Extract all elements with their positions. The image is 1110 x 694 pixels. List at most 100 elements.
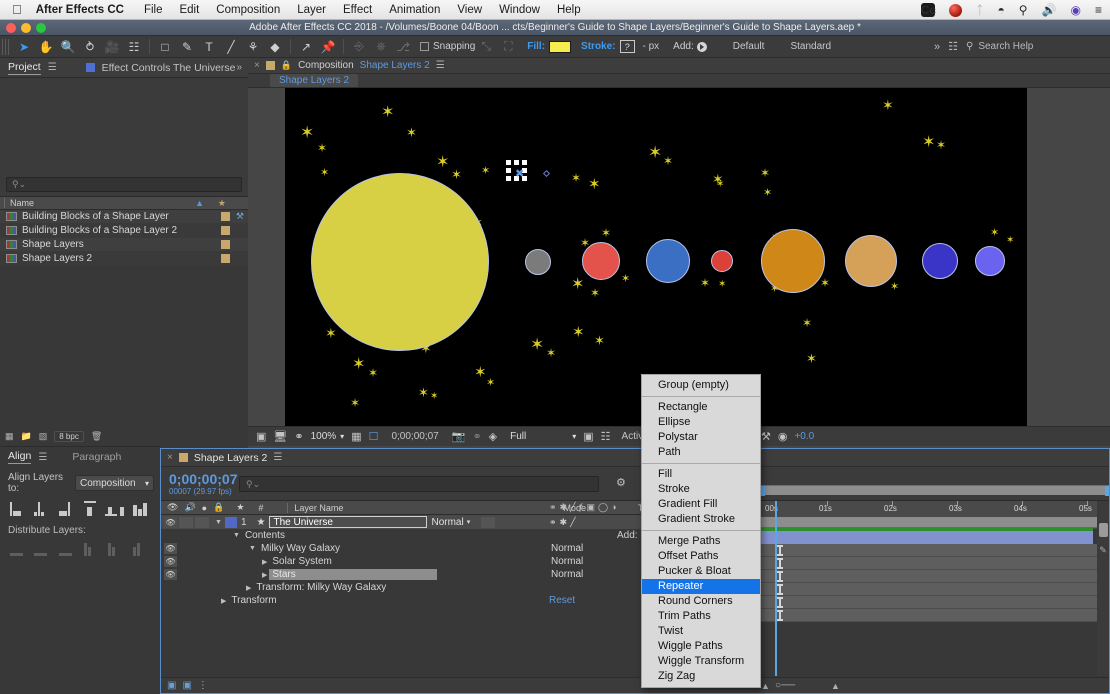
- workspace-settings-icon[interactable]: ☷: [948, 40, 958, 53]
- comp-flowchart-icon[interactable]: ⚒: [761, 430, 771, 443]
- menu-view[interactable]: View: [457, 4, 482, 16]
- planet-venus[interactable]: [582, 242, 620, 280]
- graph-row[interactable]: [761, 544, 1109, 557]
- close-window-button[interactable]: [6, 23, 16, 33]
- snapping-checkbox-box[interactable]: [420, 42, 429, 51]
- bluetooth-icon[interactable]: ᛏ: [976, 4, 983, 16]
- pen-tool-icon[interactable]: ✎: [176, 37, 198, 57]
- project-column-name[interactable]: Name: [4, 198, 34, 208]
- tab-align[interactable]: Align: [8, 450, 31, 464]
- menu-layer[interactable]: Layer: [297, 4, 326, 16]
- lock-icon[interactable]: 🔒: [213, 502, 224, 513]
- workspace-default[interactable]: Default: [733, 41, 765, 52]
- hand-tool-icon[interactable]: ✋: [35, 37, 57, 57]
- align-bottom-button[interactable]: [133, 501, 150, 516]
- planet-sun[interactable]: [311, 173, 489, 351]
- wifi-icon[interactable]: ◓: [998, 4, 1005, 16]
- add-dropdown-icon[interactable]: [697, 42, 707, 52]
- column-layer-name[interactable]: Layer Name: [287, 503, 343, 513]
- audio-icon[interactable]: 🔊: [184, 502, 195, 513]
- snapshot-icon[interactable]: 📷: [452, 430, 466, 443]
- planet-uranus[interactable]: [922, 243, 958, 279]
- lock-icon[interactable]: 🔒: [281, 60, 292, 71]
- list-item[interactable]: Building Blocks of a Shape Layer 2: [0, 224, 248, 238]
- main-viewer-icon[interactable]: 🖥: [273, 430, 287, 443]
- project-search-input[interactable]: ⚲⌄: [6, 177, 242, 192]
- menu-file[interactable]: File: [144, 4, 163, 16]
- close-icon[interactable]: ×: [167, 452, 173, 463]
- group-label-selected[interactable]: Stars: [269, 569, 437, 580]
- menu-edit[interactable]: Edit: [179, 4, 199, 16]
- workspace-overflow-icon[interactable]: »: [934, 41, 940, 53]
- list-item[interactable]: Shape Layers: [0, 238, 248, 252]
- search-help-field[interactable]: ⚲ Search Help: [966, 41, 1106, 52]
- zoom-out-icon[interactable]: ▲: [761, 681, 770, 691]
- toolbar-grip[interactable]: [2, 39, 10, 55]
- menu-item-gradient-fill[interactable]: Gradient Fill: [642, 497, 760, 512]
- snap-vertex-icon[interactable]: ⤡: [475, 37, 497, 57]
- eraser-tool-icon[interactable]: ◆: [264, 37, 286, 57]
- selection-tool-icon[interactable]: ➤: [13, 37, 35, 57]
- expand-triangle-icon[interactable]: ▼: [215, 519, 222, 526]
- expand-triangle-icon[interactable]: ▶: [221, 597, 226, 605]
- bit-depth-button[interactable]: 8 bpc: [54, 431, 84, 442]
- zoom-slider[interactable]: ○──: [775, 680, 795, 691]
- new-folder-icon[interactable]: 📁: [21, 431, 32, 442]
- snap-bounds-icon[interactable]: ⛶: [497, 37, 519, 57]
- eye-icon[interactable]: 👁: [164, 569, 177, 580]
- expand-triangle-icon[interactable]: ▼: [249, 545, 256, 552]
- project-panel-menu-icon[interactable]: ☰: [48, 62, 57, 73]
- graph-editor-icon[interactable]: ✎: [1098, 545, 1108, 555]
- label-color-swatch[interactable]: [221, 226, 230, 235]
- timeline-search-input[interactable]: ⚲⌄: [239, 476, 599, 492]
- stroke-color-swatch[interactable]: ?: [620, 40, 635, 53]
- graph-row[interactable]: [761, 557, 1109, 570]
- align-panel-menu-icon[interactable]: ☰: [38, 452, 47, 463]
- always-preview-icon[interactable]: ▣: [256, 430, 266, 443]
- add-shape-context-menu[interactable]: Group (empty)RectangleEllipsePolystarPat…: [641, 374, 761, 688]
- label-color-swatch[interactable]: [221, 254, 230, 263]
- composition-tab-name[interactable]: Shape Layers 2: [360, 60, 430, 71]
- toggle-switches-modes-icon[interactable]: ▣: [167, 680, 176, 691]
- rotation-tool-icon[interactable]: ⥁: [79, 37, 101, 57]
- work-area-bar[interactable]: [761, 485, 1109, 495]
- graph-row[interactable]: [761, 609, 1109, 622]
- planet-mercury[interactable]: [525, 249, 551, 275]
- label-color-swatch[interactable]: [221, 240, 230, 249]
- planet-mars[interactable]: [711, 250, 733, 272]
- menu-item-twist[interactable]: Twist: [642, 624, 760, 639]
- anchor-point-widget[interactable]: ✖: [506, 160, 534, 188]
- label-icon[interactable]: ★: [236, 502, 244, 513]
- menu-item-round-corners[interactable]: Round Corners: [642, 594, 760, 609]
- menu-item-trim-paths[interactable]: Trim Paths: [642, 609, 760, 624]
- align-vertical-center-button[interactable]: [108, 501, 125, 516]
- label-tag-icon[interactable]: ★: [218, 198, 226, 209]
- grid-guides-icon[interactable]: ▦: [351, 430, 361, 443]
- fill-color-swatch[interactable]: [549, 41, 571, 53]
- layer-mode-select[interactable]: Normal ▾: [431, 517, 475, 528]
- timeline-timecode[interactable]: 0;00;00;07: [161, 472, 238, 486]
- resolution-select[interactable]: Full ▾: [510, 431, 576, 442]
- tab-project[interactable]: Project: [8, 61, 41, 75]
- eye-icon[interactable]: 👁: [164, 517, 177, 528]
- solo-icon[interactable]: ●: [202, 503, 207, 513]
- time-marker-icon[interactable]: [1099, 523, 1108, 537]
- menu-window[interactable]: Window: [499, 4, 540, 16]
- channel-icon[interactable]: ◈: [489, 430, 497, 443]
- stroke-width-value[interactable]: - px: [643, 41, 660, 52]
- align-layers-to-select[interactable]: Composition ▾: [75, 475, 154, 491]
- puppet-pin-tool-icon[interactable]: 📌: [317, 37, 339, 57]
- composition-panel-menu-icon[interactable]: ☰: [436, 60, 445, 71]
- eye-icon[interactable]: 👁: [167, 502, 178, 513]
- toggle-graph-editor-icon[interactable]: ▣: [182, 680, 191, 691]
- notification-center-icon[interactable]: ≡: [1095, 4, 1102, 16]
- minimize-window-button[interactable]: [21, 23, 31, 33]
- menu-item-fill[interactable]: Fill: [642, 467, 760, 482]
- menu-item-offset-paths[interactable]: Offset Paths: [642, 549, 760, 564]
- menu-item-wiggle-paths[interactable]: Wiggle Paths: [642, 639, 760, 654]
- snapping-checkbox[interactable]: Snapping: [420, 41, 475, 52]
- menu-item-pucker-bloat[interactable]: Pucker & Bloat: [642, 564, 760, 579]
- playhead-marker[interactable]: [775, 501, 777, 676]
- menu-item-stroke[interactable]: Stroke: [642, 482, 760, 497]
- exposure-value[interactable]: +0.0: [794, 431, 814, 442]
